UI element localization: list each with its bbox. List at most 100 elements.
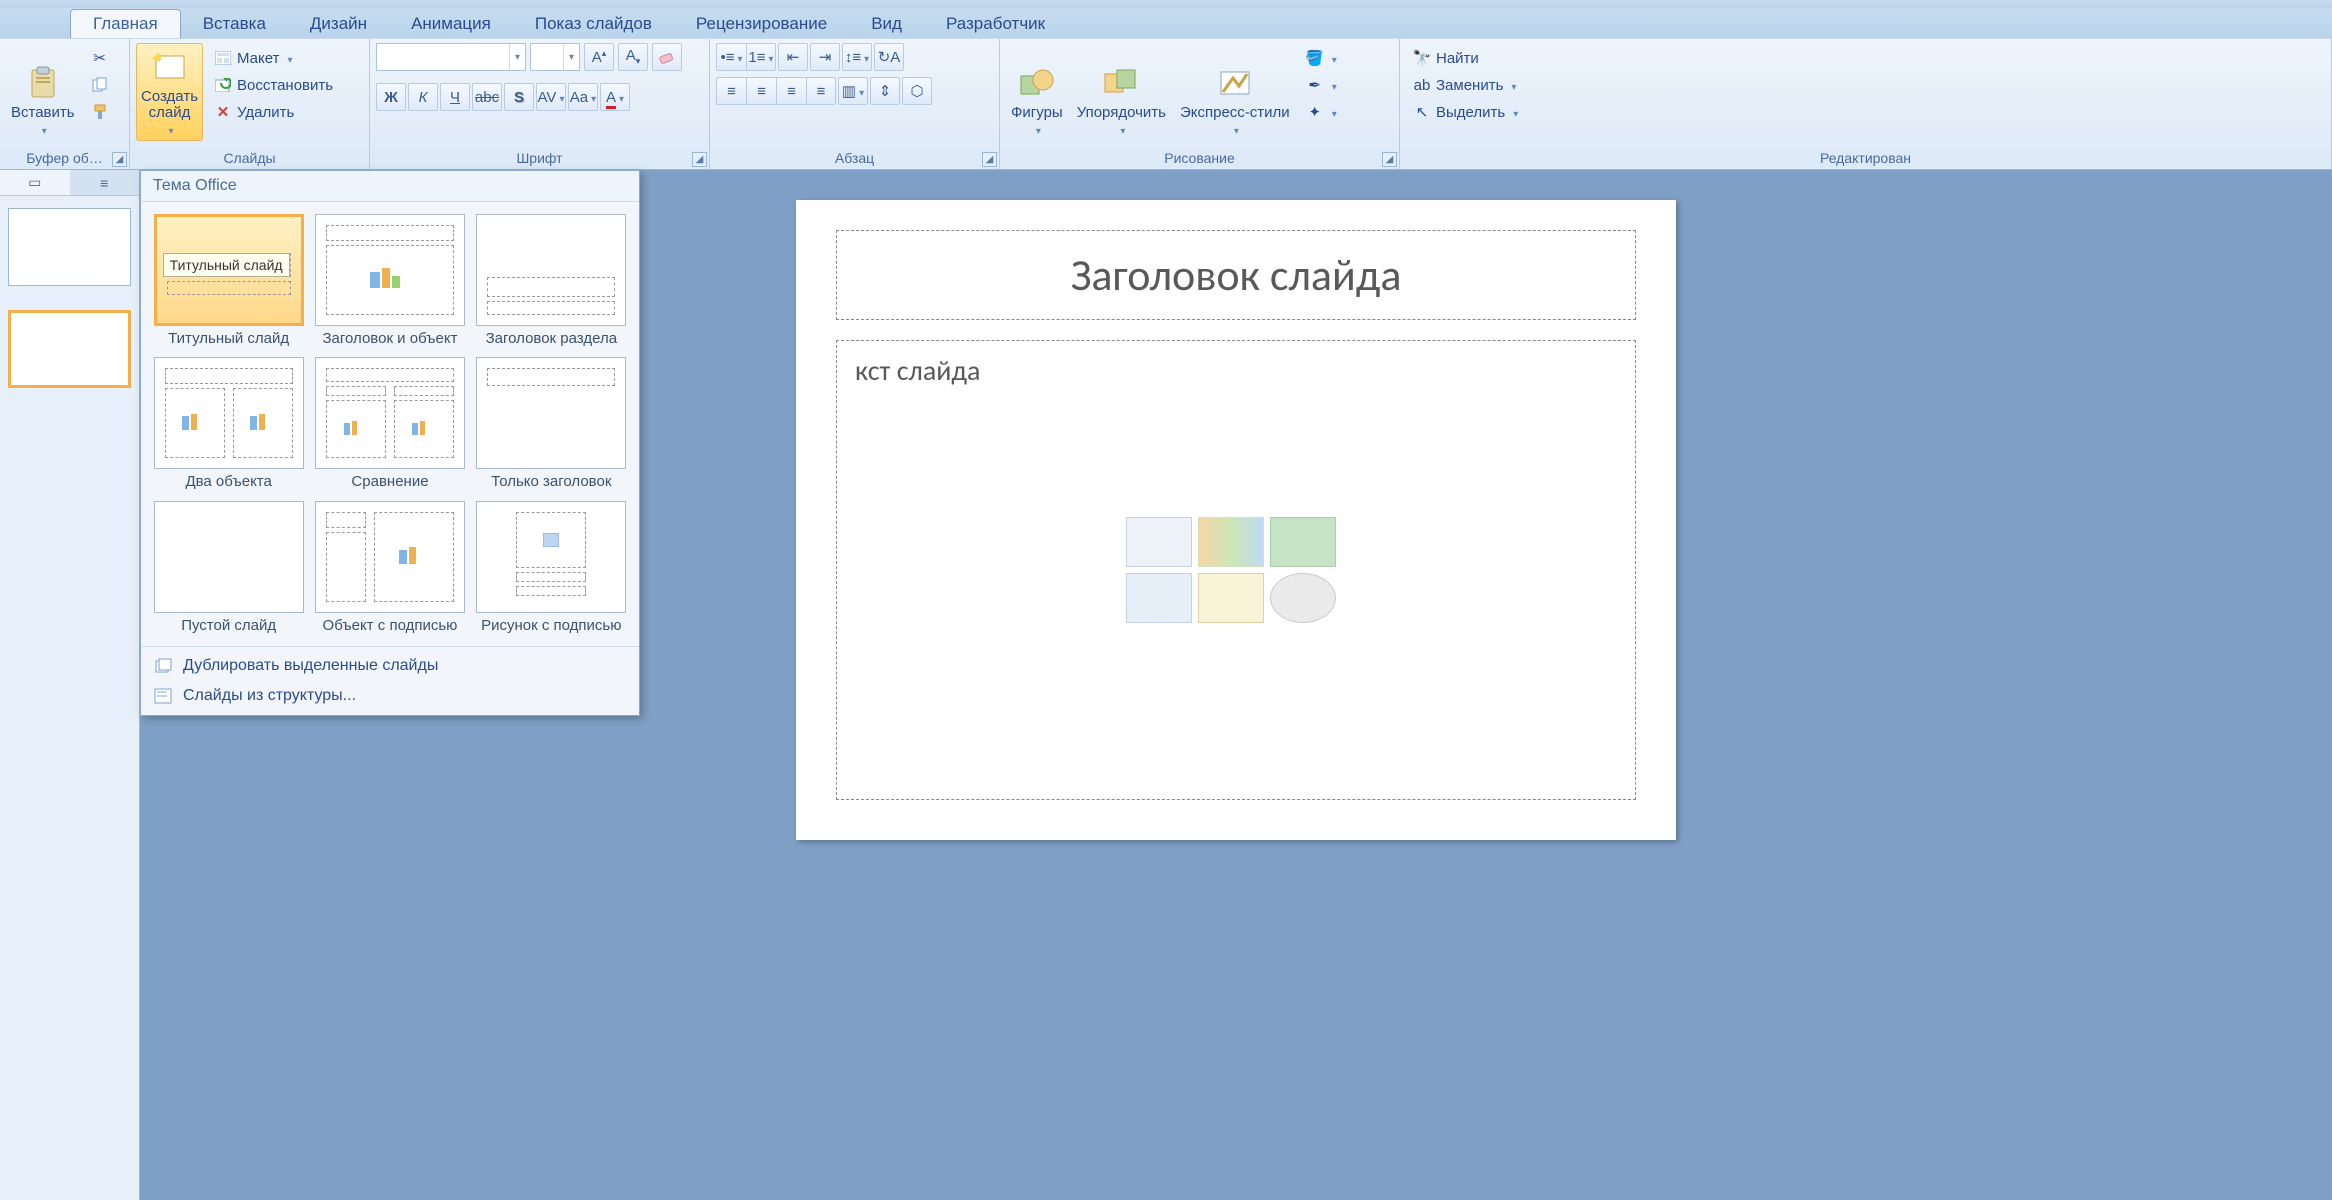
font-color-button[interactable]: A xyxy=(600,83,630,111)
layout-content-caption[interactable]: Объект с подписью xyxy=(314,501,465,634)
font-name-combo[interactable]: ▾ xyxy=(376,43,526,71)
delete-icon: ✕ xyxy=(214,103,232,121)
ribbon-tabs: Главная Вставка Дизайн Анимация Показ сл… xyxy=(0,8,2332,38)
tab-view[interactable]: Вид xyxy=(849,10,924,38)
tab-animation[interactable]: Анимация xyxy=(389,10,513,38)
cut-button[interactable]: ✂ xyxy=(84,45,116,71)
bullets-icon: •≡ xyxy=(720,49,742,66)
delete-button[interactable]: ✕ Удалить xyxy=(207,99,340,125)
underline-icon: Ч xyxy=(450,89,460,106)
change-case-button[interactable]: Aa xyxy=(568,83,598,111)
insert-picture-icon[interactable] xyxy=(1126,573,1192,623)
paste-button[interactable]: Вставить xyxy=(6,43,80,141)
shapes-button[interactable]: Фигуры xyxy=(1006,43,1068,141)
increase-indent-button[interactable]: ⇥ xyxy=(810,43,840,71)
clipboard-icon xyxy=(25,65,61,101)
font-size-combo[interactable]: ▾ xyxy=(530,43,580,71)
layout-picture-caption[interactable]: Рисунок с подписью xyxy=(476,501,627,634)
layout-blank[interactable]: Пустой слайд xyxy=(153,501,304,634)
new-slide-button[interactable]: Создать слайд xyxy=(136,43,203,141)
reset-icon xyxy=(214,76,232,94)
body-placeholder[interactable]: кст слайда xyxy=(836,340,1636,800)
paragraph-launcher[interactable]: ◢ xyxy=(982,152,997,167)
tab-slideshow[interactable]: Показ слайдов xyxy=(513,10,674,38)
columns-button[interactable]: ▥ xyxy=(838,77,868,105)
format-painter-button[interactable] xyxy=(84,99,116,125)
shrink-font-button[interactable]: A▾ xyxy=(618,43,648,71)
clear-format-button[interactable] xyxy=(652,43,682,71)
outline-tab[interactable]: ≡ xyxy=(70,170,140,195)
arrange-button[interactable]: Упорядочить xyxy=(1072,43,1171,141)
justify-button[interactable]: ≡ xyxy=(806,77,836,105)
drawing-launcher[interactable]: ◢ xyxy=(1382,152,1397,167)
shadow-icon: S xyxy=(514,89,524,106)
group-label-slides: Слайды xyxy=(136,148,363,169)
font-launcher[interactable]: ◢ xyxy=(692,152,707,167)
slides-from-outline-item[interactable]: Слайды из структуры... xyxy=(141,681,639,711)
grow-font-button[interactable]: A▴ xyxy=(584,43,614,71)
slide-thumb-2[interactable] xyxy=(8,310,131,388)
text-direction-button[interactable]: ↻A xyxy=(874,43,904,71)
layout-section-header[interactable]: Заголовок раздела xyxy=(476,214,627,347)
align-text-icon: ⇕ xyxy=(879,82,892,100)
quick-styles-button[interactable]: Экспресс-стили xyxy=(1175,43,1295,141)
layout-caption: Два объекта xyxy=(185,473,271,490)
grow-font-icon: A▴ xyxy=(592,48,607,66)
align-text-button[interactable]: ⇕ xyxy=(870,77,900,105)
select-button[interactable]: ↖Выделить xyxy=(1406,99,1525,125)
effects-icon: ✦ xyxy=(1306,103,1324,121)
underline-button[interactable]: Ч xyxy=(440,83,470,111)
strike-button[interactable]: abc xyxy=(472,83,502,111)
smartart-button[interactable]: ⬡ xyxy=(902,77,932,105)
thumbnails-tab[interactable]: ▭ xyxy=(0,170,70,195)
numbering-button[interactable]: 1≡ xyxy=(746,43,776,71)
tab-review[interactable]: Рецензирование xyxy=(674,10,849,38)
group-label-clipboard: Буфер об… xyxy=(6,148,123,169)
duplicate-slides-item[interactable]: Дублировать выделенные слайды xyxy=(141,651,639,681)
layout-title-content[interactable]: Заголовок и объект xyxy=(314,214,465,347)
layout-two-content[interactable]: Два объекта xyxy=(153,357,304,490)
layout-comparison[interactable]: Сравнение xyxy=(314,357,465,490)
insert-table-icon[interactable] xyxy=(1126,517,1192,567)
reset-button[interactable]: Восстановить xyxy=(207,72,340,98)
bullets-button[interactable]: •≡ xyxy=(716,43,746,71)
layout-title-only[interactable]: Только заголовок xyxy=(476,357,627,490)
replace-button[interactable]: abЗаменить xyxy=(1406,72,1525,98)
decrease-indent-button[interactable]: ⇤ xyxy=(778,43,808,71)
content-placeholder-icons xyxy=(1126,517,1346,623)
layout-button[interactable]: Макет xyxy=(207,45,340,71)
chevron-down-icon xyxy=(165,122,173,139)
line-spacing-button[interactable]: ↕≡ xyxy=(842,43,872,71)
find-button[interactable]: 🔭Найти xyxy=(1406,45,1525,71)
layout-title-slide[interactable]: Титульный слайд Титульный слайд xyxy=(153,214,304,347)
title-placeholder[interactable]: Заголовок слайда xyxy=(836,230,1636,320)
menu-label: Слайды из структуры... xyxy=(183,687,356,705)
insert-smartart-icon[interactable] xyxy=(1270,517,1336,567)
clipboard-launcher[interactable]: ◢ xyxy=(112,152,127,167)
tab-developer[interactable]: Разработчик xyxy=(924,10,1067,38)
spacing-icon: AV xyxy=(538,89,565,106)
char-spacing-button[interactable]: AV xyxy=(536,83,566,111)
insert-media-icon[interactable] xyxy=(1270,573,1336,623)
align-right-button[interactable]: ≡ xyxy=(776,77,806,105)
chevron-down-icon xyxy=(39,122,47,139)
italic-button[interactable]: К xyxy=(408,83,438,111)
group-label-drawing: Рисование xyxy=(1006,148,1393,169)
insert-chart-icon[interactable] xyxy=(1198,517,1264,567)
copy-button[interactable] xyxy=(84,72,116,98)
shape-fill-button[interactable]: 🪣 xyxy=(1299,45,1344,71)
replace-icon: ab xyxy=(1413,76,1431,94)
align-left-button[interactable]: ≡ xyxy=(716,77,746,105)
slide-thumb-1[interactable] xyxy=(8,208,131,286)
align-center-button[interactable]: ≡ xyxy=(746,77,776,105)
shadow-button[interactable]: S xyxy=(504,83,534,111)
tab-home[interactable]: Главная xyxy=(70,9,181,38)
insert-clipart-icon[interactable] xyxy=(1198,573,1264,623)
shape-outline-button[interactable]: ✒ xyxy=(1299,72,1344,98)
bold-button[interactable]: Ж xyxy=(376,83,406,111)
layout-tooltip: Титульный слайд xyxy=(163,253,290,277)
tab-insert[interactable]: Вставка xyxy=(181,10,288,38)
tab-design[interactable]: Дизайн xyxy=(288,10,389,38)
slide[interactable]: Заголовок слайда кст слайда xyxy=(796,200,1676,840)
shape-effects-button[interactable]: ✦ xyxy=(1299,99,1344,125)
